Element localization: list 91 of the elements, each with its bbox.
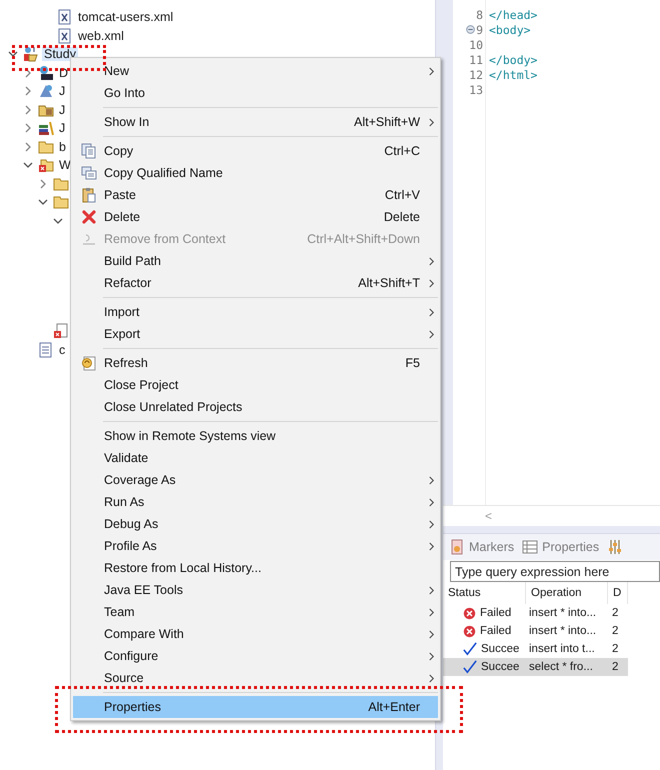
menu-item[interactable]: Compare With bbox=[73, 623, 438, 645]
table-cell-text: 2 bbox=[611, 642, 620, 657]
tree-item[interactable]: J bbox=[57, 84, 68, 98]
line-number: 12 bbox=[469, 68, 483, 82]
column-header[interactable]: Operation bbox=[526, 582, 608, 604]
search-field[interactable]: Type query expression here bbox=[450, 561, 660, 582]
table-cell-text: insert * into... bbox=[528, 606, 598, 621]
xml-file-icon bbox=[57, 9, 73, 26]
line-number: 11 bbox=[469, 52, 483, 66]
menu-item[interactable]: Validate bbox=[73, 447, 438, 469]
menu-item[interactable]: Show in Remote Systems view bbox=[73, 425, 438, 447]
copy-icon bbox=[80, 165, 96, 181]
menu-item[interactable]: Close Unrelated Projects bbox=[73, 396, 438, 418]
line-number: 9 bbox=[476, 22, 483, 36]
expand-chevron-icon[interactable] bbox=[38, 178, 48, 189]
line-number: 8 bbox=[476, 8, 483, 22]
tree-item[interactable]: J bbox=[57, 121, 68, 136]
menu-item[interactable]: Close Project bbox=[73, 374, 438, 396]
xml-file-icon bbox=[57, 28, 73, 44]
tree-item[interactable]: c bbox=[57, 342, 68, 357]
delete-icon bbox=[80, 209, 96, 225]
markers-icon bbox=[449, 539, 465, 555]
menu-item[interactable]: Export bbox=[73, 323, 438, 345]
collapse-chevron-icon[interactable] bbox=[23, 160, 33, 170]
column-header[interactable]: Status bbox=[443, 582, 526, 604]
tree-item[interactable]: J bbox=[57, 102, 68, 117]
status-cell: Succee bbox=[443, 640, 526, 658]
status-cell: Failed bbox=[443, 622, 526, 640]
menu-item[interactable]: Run As bbox=[73, 491, 438, 513]
menu-item[interactable]: Source bbox=[73, 667, 438, 689]
copy-icon bbox=[80, 143, 96, 159]
collapse-chevron-icon[interactable] bbox=[53, 216, 63, 226]
table-cell-text: insert into t... bbox=[528, 642, 596, 657]
table-cell: 2 bbox=[608, 658, 628, 676]
expand-chevron-icon[interactable] bbox=[23, 86, 33, 96]
code-line: </body> bbox=[489, 52, 538, 66]
menu-item[interactable]: Restore from Local History... bbox=[73, 557, 438, 579]
code-editor[interactable]: 8 9 10 11 12 13 </head> <body> </body> </html> bbox=[453, 0, 660, 505]
paste-icon bbox=[80, 187, 96, 203]
expand-chevron-icon[interactable] bbox=[23, 68, 33, 78]
menu-item[interactable]: Paste Ctrl+V bbox=[73, 184, 438, 206]
menu-item[interactable]: Refactor Alt+Shift+T bbox=[73, 272, 438, 294]
error-file-icon bbox=[53, 323, 69, 340]
menu-item[interactable]: Import bbox=[73, 301, 438, 323]
refresh-icon bbox=[80, 355, 96, 371]
menu-item[interactable]: Profile As bbox=[73, 535, 438, 557]
menu-item[interactable]: Debug As bbox=[73, 513, 438, 535]
expand-chevron-icon[interactable] bbox=[23, 104, 33, 115]
code-line: <body> bbox=[489, 22, 531, 36]
folder-icon bbox=[38, 138, 54, 155]
error-folder-icon bbox=[38, 157, 54, 174]
tree-item[interactable]: W bbox=[57, 158, 73, 172]
view-tab[interactable]: Markers bbox=[449, 539, 514, 555]
table-cell-text: insert * into... bbox=[528, 624, 598, 639]
menu-item[interactable]: Show In Alt+Shift+W bbox=[73, 111, 438, 133]
menu-item[interactable]: Copy Ctrl+C bbox=[73, 140, 438, 162]
line-number: 13 bbox=[469, 82, 483, 96]
code-line: </html> bbox=[489, 68, 538, 82]
code-line: </head> bbox=[489, 8, 538, 22]
tree-item[interactable]: tomcat-users.xml bbox=[76, 10, 176, 24]
line-number: 10 bbox=[469, 38, 483, 52]
menu-item[interactable]: Configure bbox=[73, 645, 438, 667]
table-cell-text: 2 bbox=[611, 624, 620, 639]
status-cell: Succee bbox=[443, 658, 526, 676]
menu-item[interactable]: Properties Alt+Enter bbox=[73, 696, 438, 718]
menu-item[interactable]: Copy Qualified Name bbox=[73, 162, 438, 184]
expand-chevron-icon[interactable] bbox=[23, 142, 33, 152]
fold-icon[interactable] bbox=[466, 25, 476, 34]
expand-chevron-icon[interactable] bbox=[23, 123, 33, 134]
view-tab[interactable]: Properties bbox=[522, 539, 600, 555]
status-cell: Failed bbox=[443, 604, 526, 622]
table-cell: select * fro... bbox=[526, 658, 608, 676]
menu-item[interactable]: New bbox=[73, 60, 438, 82]
table-cell-text: 2 bbox=[611, 606, 620, 621]
menu-item[interactable]: Go Into bbox=[73, 82, 438, 104]
books-icon bbox=[38, 120, 54, 136]
menu-item[interactable]: Java EE Tools bbox=[73, 579, 438, 601]
project-icon bbox=[23, 46, 39, 62]
menu-item[interactable]: Coverage As bbox=[73, 469, 438, 491]
collapse-chevron-icon[interactable] bbox=[38, 197, 48, 208]
document-icon bbox=[38, 342, 54, 358]
tree-item[interactable]: web.xml bbox=[76, 28, 126, 43]
properties-icon bbox=[522, 539, 538, 555]
menu-item[interactable]: Refresh F5 bbox=[73, 352, 438, 374]
menu-item[interactable]: Delete Delete bbox=[73, 206, 438, 228]
menu-item[interactable]: Build Path bbox=[73, 250, 438, 272]
view-tab[interactable] bbox=[607, 539, 624, 555]
menu-item[interactable]: Team bbox=[73, 601, 438, 623]
tree-item[interactable]: b bbox=[57, 140, 68, 154]
sliders-icon bbox=[607, 539, 624, 555]
column-header[interactable]: D bbox=[608, 582, 628, 604]
